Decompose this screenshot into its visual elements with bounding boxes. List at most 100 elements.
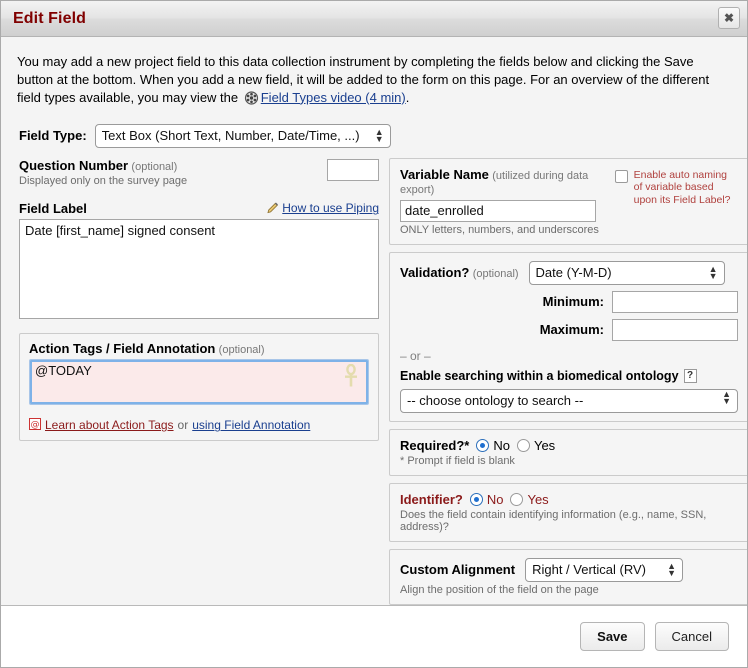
minimum-label: Minimum: [543, 294, 604, 309]
help-icon[interactable]: ? [684, 369, 697, 383]
dialog-footer: Save Cancel [1, 605, 747, 667]
using-field-annotation-link[interactable]: using Field Annotation [192, 418, 310, 432]
custom-alignment-select[interactable]: Right / Vertical (RV) [525, 558, 683, 582]
film-reel-icon [244, 91, 259, 110]
custom-alignment-panel: Custom Alignment Right / Vertical (RV) ▲… [389, 549, 747, 605]
variable-name-row: Variable Name (utilized during data expo… [400, 167, 738, 236]
variable-name-panel: Variable Name (utilized during data expo… [389, 158, 747, 245]
variable-name-label: Variable Name [400, 167, 489, 182]
field-type-select-wrap: Text Box (Short Text, Number, Date/Time,… [95, 124, 391, 148]
identifier-radio-yes[interactable]: Yes [510, 492, 548, 507]
variable-name-note: ONLY letters, numbers, and underscores [400, 224, 605, 236]
validation-row: Validation? (optional) Date (Y-M-D) ▲▼ [400, 261, 738, 285]
auto-naming-option[interactable]: Enable auto naming of variable based upo… [615, 167, 738, 206]
left-column: Question Number (optional) Displayed onl… [15, 158, 379, 448]
identifier-row: Identifier? No Yes [400, 492, 738, 507]
question-number-note: Displayed only on the survey page [19, 175, 327, 187]
question-number-texts: Question Number (optional) Displayed onl… [19, 158, 327, 187]
field-label-textarea[interactable]: Date [first_name] signed consent [19, 219, 379, 319]
required-radio-no-input[interactable] [476, 439, 489, 452]
required-panel: Required?* No Yes * Prompt if field is b… [389, 429, 747, 476]
field-types-video-link[interactable]: Field Types video (4 min) [261, 90, 406, 105]
required-row: Required?* No Yes [400, 438, 738, 453]
validation-label: Validation? [400, 265, 469, 280]
action-tags-input-wrap: @TODAY [29, 359, 369, 408]
dialog-title: Edit Field [13, 10, 86, 28]
dialog-titlebar: Edit Field ✖ [1, 1, 747, 37]
variable-name-input[interactable] [400, 200, 596, 222]
action-tags-links: @ Learn about Action Tags or using Field… [29, 418, 369, 433]
minimum-input[interactable] [612, 291, 738, 313]
piping-link-wrap: How to use Piping [266, 201, 379, 215]
action-tags-optional: (optional) [219, 344, 265, 356]
action-tags-textarea[interactable]: @TODAY [29, 359, 369, 405]
identifier-label: Identifier? [400, 492, 463, 507]
required-radio-no[interactable]: No [476, 438, 510, 453]
dialog-body: You may add a new project field to this … [1, 37, 747, 605]
variable-name-left: Variable Name (utilized during data expo… [400, 167, 605, 236]
intro-paragraph: You may add a new project field to this … [17, 53, 731, 110]
action-tags-title-row: Action Tags / Field Annotation (optional… [29, 341, 369, 356]
intro-text-after: . [406, 90, 410, 105]
variable-name-label-row: Variable Name (utilized during data expo… [400, 167, 605, 196]
identifier-note: Does the field contain identifying infor… [400, 509, 738, 533]
close-icon[interactable]: ✖ [718, 7, 740, 29]
right-column: Variable Name (utilized during data expo… [389, 158, 747, 605]
required-note: * Prompt if field is blank [400, 455, 738, 467]
form-columns: Question Number (optional) Displayed onl… [15, 158, 733, 605]
action-tags-group: Action Tags / Field Annotation (optional… [19, 333, 379, 441]
at-sign-icon: @ [29, 418, 41, 433]
validation-maximum-row: Maximum: [400, 319, 738, 341]
identifier-radio-no[interactable]: No [470, 492, 504, 507]
auto-naming-checkbox[interactable] [615, 170, 628, 183]
or-separator: – or – [400, 349, 738, 363]
save-button[interactable]: Save [580, 622, 644, 651]
action-tags-label: Action Tags / Field Annotation [29, 341, 215, 356]
pencil-icon [266, 201, 279, 215]
field-label-head: Field Label How to use Piping [19, 201, 379, 216]
how-to-use-piping-link[interactable]: How to use Piping [282, 201, 379, 215]
maximum-label: Maximum: [540, 322, 604, 337]
identifier-panel: Identifier? No Yes Does the field contai… [389, 483, 747, 542]
ontology-head: Enable searching within a biomedical ont… [400, 369, 738, 383]
svg-text:@: @ [31, 420, 40, 430]
validation-label-wrap: Validation? (optional) [400, 265, 519, 280]
required-radio-yes-label: Yes [534, 438, 555, 453]
action-tags-links-separator: or [178, 418, 189, 432]
question-number-label-row: Question Number (optional) [19, 158, 327, 173]
required-radio-yes-input[interactable] [517, 439, 530, 452]
field-label-label: Field Label [19, 201, 87, 216]
ontology-select-wrap: -- choose ontology to search -- ▲▼ [400, 383, 738, 413]
custom-alignment-select-wrap: Right / Vertical (RV) ▲▼ [525, 558, 683, 582]
auto-naming-label: Enable auto naming of variable based upo… [634, 169, 738, 206]
cancel-button[interactable]: Cancel [655, 622, 729, 651]
custom-alignment-row: Custom Alignment Right / Vertical (RV) ▲… [400, 558, 738, 582]
question-number-group: Question Number (optional) Displayed onl… [19, 158, 379, 187]
identifier-radio-yes-input[interactable] [510, 493, 523, 506]
validation-select[interactable]: Date (Y-M-D) [529, 261, 725, 285]
custom-alignment-note: Align the position of the field on the p… [400, 584, 738, 596]
field-type-row: Field Type: Text Box (Short Text, Number… [19, 124, 733, 148]
edit-field-dialog: Edit Field ✖ You may add a new project f… [0, 0, 748, 668]
question-number-input[interactable] [327, 159, 379, 181]
ontology-select[interactable]: -- choose ontology to search -- [400, 389, 738, 413]
validation-select-wrap: Date (Y-M-D) ▲▼ [529, 261, 725, 285]
identifier-radio-yes-label: Yes [527, 492, 548, 507]
field-type-label: Field Type: [19, 128, 87, 143]
ontology-label: Enable searching within a biomedical ont… [400, 369, 679, 383]
identifier-radio-no-input[interactable] [470, 493, 483, 506]
field-label-group: Field Label How to use Piping Date [firs… [19, 201, 379, 322]
validation-minimum-row: Minimum: [400, 291, 738, 313]
required-radio-yes[interactable]: Yes [517, 438, 555, 453]
field-type-select[interactable]: Text Box (Short Text, Number, Date/Time,… [95, 124, 391, 148]
custom-alignment-label: Custom Alignment [400, 562, 515, 577]
maximum-input[interactable] [612, 319, 738, 341]
validation-panel: Validation? (optional) Date (Y-M-D) ▲▼ M… [389, 252, 747, 422]
validation-optional: (optional) [473, 268, 519, 280]
question-number-label: Question Number [19, 158, 128, 173]
required-radio-no-label: No [493, 438, 510, 453]
identifier-radio-no-label: No [487, 492, 504, 507]
required-label: Required?* [400, 438, 469, 453]
question-number-optional: (optional) [131, 161, 177, 173]
learn-about-action-tags-link[interactable]: Learn about Action Tags [45, 418, 174, 432]
